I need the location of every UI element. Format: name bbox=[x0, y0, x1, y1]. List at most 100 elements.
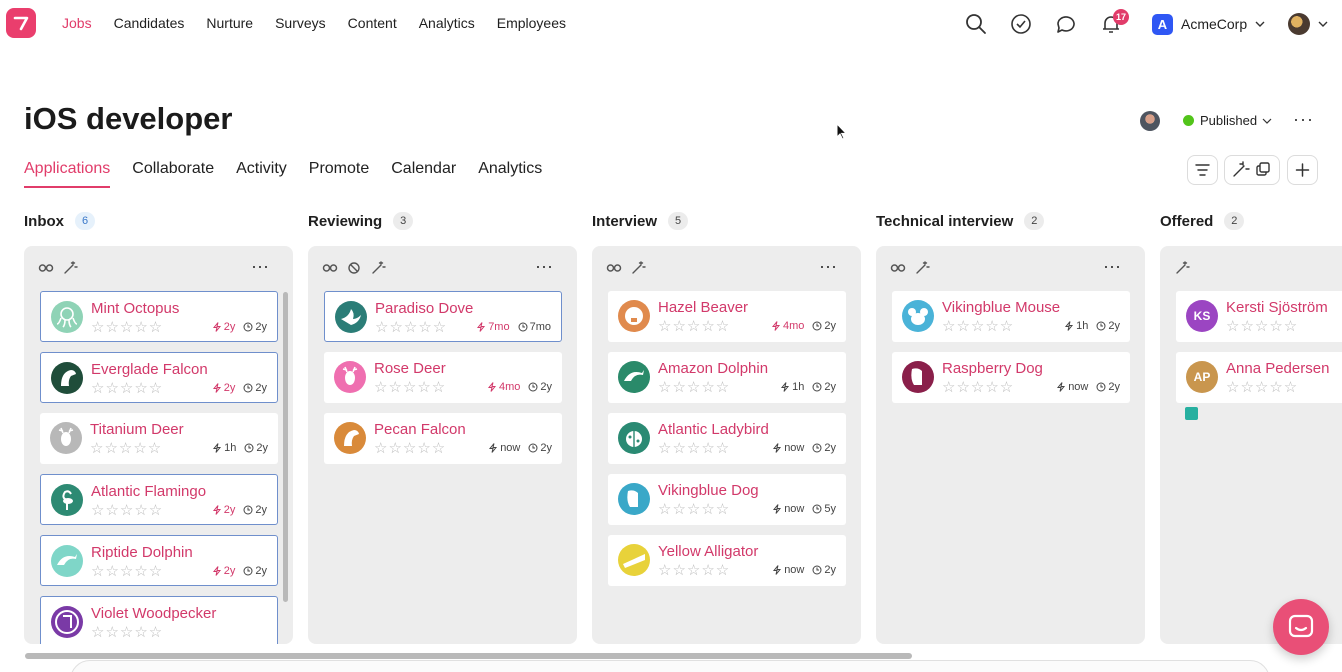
job-owner-avatar[interactable] bbox=[1140, 111, 1160, 131]
created-age: 2y bbox=[812, 381, 836, 393]
hide-details-icon[interactable] bbox=[38, 261, 54, 275]
rating-stars[interactable]: ☆☆☆☆☆ bbox=[90, 441, 162, 456]
rating-stars[interactable]: ☆☆☆☆☆ bbox=[658, 441, 730, 456]
column-more-options-button[interactable]: ··· bbox=[1103, 257, 1121, 275]
candidate-card[interactable]: Vikingblue Dog ☆☆☆☆☆ now 5y bbox=[608, 474, 846, 525]
rating-stars[interactable]: ☆☆☆☆☆ bbox=[91, 503, 163, 518]
rating-stars[interactable]: ☆☆☆☆☆ bbox=[942, 319, 1014, 334]
rating-stars[interactable]: ☆☆☆☆☆ bbox=[1226, 319, 1298, 334]
rating-stars[interactable]: ☆☆☆☆☆ bbox=[942, 380, 1014, 395]
nav-nurture[interactable]: Nurture bbox=[206, 15, 253, 31]
rating-stars[interactable]: ☆☆☆☆☆ bbox=[658, 563, 730, 578]
last-activity: now bbox=[488, 442, 520, 454]
candidate-avatar bbox=[618, 544, 650, 576]
job-more-options-button[interactable]: ··· bbox=[1293, 110, 1314, 128]
board-horizontal-scrollbar[interactable] bbox=[25, 653, 912, 659]
candidate-name[interactable]: Atlantic Ladybird bbox=[658, 421, 769, 438]
nav-employees[interactable]: Employees bbox=[497, 15, 566, 31]
rating-stars[interactable]: ☆☆☆☆☆ bbox=[374, 441, 446, 456]
rating-stars[interactable]: ☆☆☆☆☆ bbox=[658, 380, 730, 395]
candidate-name[interactable]: Titanium Deer bbox=[90, 421, 184, 438]
support-chat-button[interactable] bbox=[1273, 599, 1329, 655]
hide-details-icon[interactable] bbox=[606, 261, 622, 275]
rating-stars[interactable]: ☆☆☆☆☆ bbox=[374, 380, 446, 395]
column-more-options-button[interactable]: ··· bbox=[535, 257, 553, 275]
candidate-name[interactable]: Yellow Alligator bbox=[658, 543, 758, 560]
hide-details-icon[interactable] bbox=[890, 261, 906, 275]
candidate-card[interactable]: Amazon Dolphin ☆☆☆☆☆ 1h 2y bbox=[608, 352, 846, 403]
candidate-name[interactable]: Paradiso Dove bbox=[375, 300, 473, 317]
candidate-name[interactable]: Rose Deer bbox=[374, 360, 446, 377]
magic-wand-icon[interactable] bbox=[914, 261, 930, 275]
magic-wand-icon[interactable] bbox=[630, 261, 646, 275]
candidate-card[interactable]: Yellow Alligator ☆☆☆☆☆ now 2y bbox=[608, 535, 846, 586]
candidate-card[interactable]: Hazel Beaver ☆☆☆☆☆ 4mo 2y bbox=[608, 291, 846, 342]
candidate-card[interactable]: Titanium Deer ☆☆☆☆☆ 1h 2y bbox=[40, 413, 278, 464]
candidate-name[interactable]: Violet Woodpecker bbox=[91, 605, 216, 622]
inbox-vertical-scrollbar[interactable] bbox=[283, 292, 288, 602]
candidate-name[interactable]: Kersti Sjöström bbox=[1226, 299, 1328, 316]
tasks-check-icon[interactable] bbox=[1009, 12, 1033, 36]
rating-stars[interactable]: ☆☆☆☆☆ bbox=[658, 319, 730, 334]
candidate-name[interactable]: Hazel Beaver bbox=[658, 299, 748, 316]
rating-stars[interactable]: ☆☆☆☆☆ bbox=[91, 381, 163, 396]
candidate-card[interactable]: Atlantic Flamingo ☆☆☆☆☆ 2y 2y bbox=[40, 474, 278, 525]
rating-stars[interactable]: ☆☆☆☆☆ bbox=[375, 320, 447, 335]
candidate-card[interactable]: Atlantic Ladybird ☆☆☆☆☆ now 2y bbox=[608, 413, 846, 464]
tab-promote[interactable]: Promote bbox=[309, 160, 369, 188]
magic-wand-icon[interactable] bbox=[1174, 261, 1190, 275]
rating-stars[interactable]: ☆☆☆☆☆ bbox=[1226, 380, 1298, 395]
nav-jobs[interactable]: Jobs bbox=[62, 15, 92, 31]
candidate-card[interactable]: Pecan Falcon ☆☆☆☆☆ now 2y bbox=[324, 413, 562, 464]
candidate-card[interactable]: Violet Woodpecker ☆☆☆☆☆ bbox=[40, 596, 278, 644]
candidate-name[interactable]: Everglade Falcon bbox=[91, 361, 208, 378]
candidate-card[interactable]: Vikingblue Mouse ☆☆☆☆☆ 1h 2y bbox=[892, 291, 1130, 342]
candidate-card[interactable]: Paradiso Dove ☆☆☆☆☆ 7mo 7mo bbox=[324, 291, 562, 342]
messages-icon[interactable] bbox=[1054, 12, 1078, 36]
rating-stars[interactable]: ☆☆☆☆☆ bbox=[658, 502, 730, 517]
nav-candidates[interactable]: Candidates bbox=[114, 15, 185, 31]
candidate-name[interactable]: Raspberry Dog bbox=[942, 360, 1043, 377]
rating-stars[interactable]: ☆☆☆☆☆ bbox=[91, 625, 163, 640]
hide-details-icon[interactable] bbox=[322, 261, 338, 275]
candidate-card[interactable]: AP Anna Pedersen ☆☆☆☆☆ bbox=[1176, 352, 1342, 403]
magic-wand-icon[interactable] bbox=[62, 261, 78, 275]
company-switcher[interactable]: A AcmeCorp bbox=[1152, 13, 1267, 35]
tab-activity[interactable]: Activity bbox=[236, 160, 287, 188]
candidate-name[interactable]: Pecan Falcon bbox=[374, 421, 466, 438]
publish-status-dropdown[interactable]: Published bbox=[1183, 113, 1273, 128]
candidate-name[interactable]: Vikingblue Mouse bbox=[942, 299, 1060, 316]
app-logo[interactable] bbox=[6, 8, 36, 38]
block-icon[interactable] bbox=[346, 261, 362, 275]
filter-button[interactable] bbox=[1187, 155, 1218, 185]
column-more-options-button[interactable]: ··· bbox=[251, 257, 269, 275]
tab-analytics[interactable]: Analytics bbox=[478, 160, 542, 188]
candidate-card[interactable]: Mint Octopus ☆☆☆☆☆ 2y 2y bbox=[40, 291, 278, 342]
candidate-card[interactable]: KS Kersti Sjöström ☆☆☆☆☆ bbox=[1176, 291, 1342, 342]
tab-calendar[interactable]: Calendar bbox=[391, 160, 456, 188]
candidate-name[interactable]: Anna Pedersen bbox=[1226, 360, 1329, 377]
magic-wand-icon[interactable] bbox=[370, 261, 386, 275]
nav-content[interactable]: Content bbox=[348, 15, 397, 31]
nav-analytics[interactable]: Analytics bbox=[419, 15, 475, 31]
rating-stars[interactable]: ☆☆☆☆☆ bbox=[91, 564, 163, 579]
nav-surveys[interactable]: Surveys bbox=[275, 15, 326, 31]
candidate-name[interactable]: Mint Octopus bbox=[91, 300, 179, 317]
user-menu-chevron-icon[interactable] bbox=[1316, 17, 1330, 31]
tab-applications[interactable]: Applications bbox=[24, 160, 111, 188]
automation-copy-button-group[interactable] bbox=[1224, 155, 1280, 185]
rating-stars[interactable]: ☆☆☆☆☆ bbox=[91, 320, 163, 335]
add-button[interactable] bbox=[1287, 155, 1318, 185]
candidate-card[interactable]: Everglade Falcon ☆☆☆☆☆ 2y 2y bbox=[40, 352, 278, 403]
candidate-name[interactable]: Amazon Dolphin bbox=[658, 360, 768, 377]
search-icon[interactable] bbox=[964, 12, 988, 36]
candidate-card[interactable]: Rose Deer ☆☆☆☆☆ 4mo 2y bbox=[324, 352, 562, 403]
column-more-options-button[interactable]: ··· bbox=[819, 257, 837, 275]
candidate-card[interactable]: Riptide Dolphin ☆☆☆☆☆ 2y 2y bbox=[40, 535, 278, 586]
user-avatar[interactable] bbox=[1288, 13, 1310, 35]
candidate-name[interactable]: Atlantic Flamingo bbox=[91, 483, 206, 500]
candidate-card[interactable]: Raspberry Dog ☆☆☆☆☆ now 2y bbox=[892, 352, 1130, 403]
candidate-name[interactable]: Vikingblue Dog bbox=[658, 482, 759, 499]
candidate-name[interactable]: Riptide Dolphin bbox=[91, 544, 193, 561]
tab-collaborate[interactable]: Collaborate bbox=[132, 160, 214, 188]
